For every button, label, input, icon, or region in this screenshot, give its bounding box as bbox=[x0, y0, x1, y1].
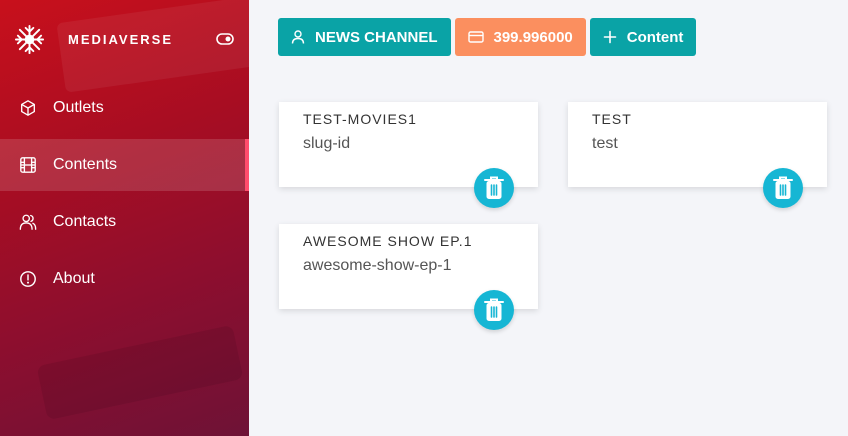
content-title: AWESOME SHOW EP.1 bbox=[303, 233, 473, 249]
news-channel-button[interactable]: NEWS CHANNEL bbox=[278, 18, 451, 56]
trash-icon bbox=[484, 176, 504, 199]
content-title: TEST bbox=[592, 111, 632, 127]
users-icon bbox=[19, 214, 37, 230]
delete-button[interactable] bbox=[474, 290, 514, 330]
topbar: NEWS CHANNEL 399.996000 Content bbox=[278, 18, 697, 56]
sidebar-item-label: Contacts bbox=[53, 213, 117, 230]
content-card[interactable]: TEST test bbox=[568, 102, 827, 208]
sidebar-item-about[interactable]: About bbox=[0, 253, 249, 305]
credit-card-icon bbox=[467, 31, 484, 43]
delete-button[interactable] bbox=[474, 168, 514, 208]
content-title: TEST-MOVIES1 bbox=[303, 111, 417, 127]
delete-button[interactable] bbox=[763, 168, 803, 208]
sidebar-nav: Outlets Contents Contacts About bbox=[0, 82, 249, 310]
news-channel-label: NEWS CHANNEL bbox=[315, 28, 438, 46]
sidebar-item-label: Contents bbox=[53, 156, 118, 173]
trash-icon bbox=[773, 176, 793, 199]
sidebar: MEDIAVERSE Outlets Contents Contacts Abo… bbox=[0, 0, 249, 436]
brand-name: MEDIAVERSE bbox=[68, 32, 173, 47]
brand[interactable]: MEDIAVERSE bbox=[14, 24, 173, 55]
balance-label: 399.996000 bbox=[493, 28, 573, 46]
trash-icon bbox=[484, 298, 504, 321]
content-slug: test bbox=[592, 135, 618, 152]
cube-icon bbox=[21, 100, 35, 116]
toggle-icon[interactable] bbox=[216, 33, 234, 45]
content-slug: awesome-show-ep-1 bbox=[303, 257, 452, 274]
add-content-label: Content bbox=[626, 28, 684, 46]
balance-button[interactable]: 399.996000 bbox=[454, 18, 586, 56]
sidebar-item-contacts[interactable]: Contacts bbox=[0, 196, 249, 248]
plus-icon bbox=[603, 30, 617, 44]
sidebar-item-label: Outlets bbox=[53, 99, 104, 116]
add-content-button[interactable]: Content bbox=[589, 18, 697, 56]
film-icon bbox=[20, 157, 36, 173]
content-slug: slug-id bbox=[303, 135, 351, 152]
sidebar-item-label: About bbox=[53, 270, 95, 287]
sidebar-item-contents[interactable]: Contents bbox=[0, 139, 249, 191]
user-icon bbox=[291, 30, 305, 44]
sidebar-item-outlets[interactable]: Outlets bbox=[0, 82, 249, 134]
info-icon bbox=[20, 271, 36, 287]
content-card[interactable]: TEST-MOVIES1 slug-id bbox=[279, 102, 538, 208]
content-card[interactable]: AWESOME SHOW EP.1 awesome-show-ep-1 bbox=[279, 224, 538, 330]
snowflake-logo-icon bbox=[14, 24, 45, 55]
